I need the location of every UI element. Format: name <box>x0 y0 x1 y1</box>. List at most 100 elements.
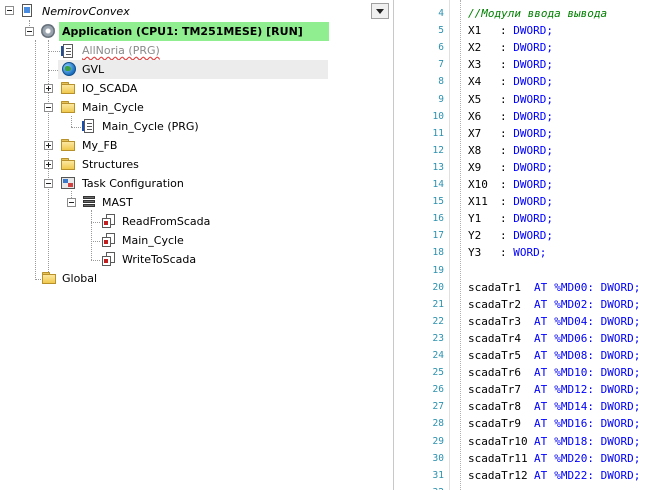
code-line[interactable]: X6: DWORD; <box>468 108 553 125</box>
tree-line <box>71 116 72 127</box>
folder-icon <box>60 80 76 96</box>
task-call-icon <box>100 232 116 248</box>
collapse-main-cycle-toggle[interactable] <box>44 103 53 112</box>
code-line[interactable]: X11: DWORD; <box>468 193 553 210</box>
variable-name: Y3 <box>468 246 482 260</box>
collapse-task-configuration-toggle[interactable] <box>44 179 53 188</box>
folder-icon <box>60 137 76 153</box>
code-line[interactable]: scadaTr12 AT %MD22: DWORD; <box>468 467 640 484</box>
code-line[interactable]: X10: DWORD; <box>468 176 553 193</box>
pou-icon <box>81 118 97 134</box>
line-number: 9 <box>438 93 444 105</box>
code-line[interactable]: scadaTr9 AT %MD16: DWORD; <box>468 415 640 432</box>
code-line[interactable]: X5: DWORD; <box>468 91 553 108</box>
variable-name: X8 <box>468 143 482 157</box>
code-line[interactable]: X8: DWORD; <box>468 142 553 159</box>
variable-name: X9 <box>468 160 482 174</box>
pou-icon <box>60 43 76 59</box>
data-type: DWORD; <box>513 178 553 191</box>
code-line[interactable]: scadaTr10 AT %MD18: DWORD; <box>468 433 640 450</box>
variable-name: X3 <box>468 58 482 72</box>
data-type: DWORD; <box>600 297 641 311</box>
code-line[interactable]: Y2: DWORD; <box>468 227 553 244</box>
line-number: 26 <box>432 384 444 396</box>
line-number: 32 <box>394 484 444 490</box>
expand-my-fb-toggle[interactable] <box>44 141 53 150</box>
code-line[interactable]: X1: DWORD; <box>468 22 553 39</box>
data-type: DWORD; <box>513 75 553 89</box>
code-line[interactable]: X3: DWORD; <box>468 56 553 73</box>
line-number: 11 <box>432 127 444 139</box>
line-number: 5 <box>438 25 444 37</box>
tree-line <box>35 40 36 280</box>
variable-name: Y2 <box>468 229 482 243</box>
data-type: DWORD; <box>600 400 641 414</box>
code-line[interactable]: scadaTr1 AT %MD00: DWORD; <box>468 279 640 296</box>
folder-icon <box>60 156 76 172</box>
expand-structures-toggle[interactable] <box>44 160 53 169</box>
task-stack-icon <box>81 194 97 210</box>
data-type: DWORD; <box>513 41 553 55</box>
at-keyword: AT <box>534 468 548 482</box>
tree-item-gvl[interactable]: GVL <box>58 60 328 79</box>
code-line[interactable]: X2: DWORD; <box>468 39 553 56</box>
line-number: 22 <box>432 315 444 327</box>
variable-name: X7 <box>468 126 482 140</box>
tree-root-label[interactable]: NemirovConvex <box>42 2 130 21</box>
variable-name: X5 <box>468 92 482 106</box>
tree-line <box>91 241 100 242</box>
variable-name: Y1 <box>468 212 482 226</box>
data-type: DWORD; <box>600 366 641 380</box>
code-line[interactable]: scadaTr8 AT %MD14: DWORD; <box>468 398 640 415</box>
code-line[interactable]: X4: DWORD; <box>468 73 553 90</box>
code-line[interactable]: //Модули ввода вывода <box>468 5 607 22</box>
tree-item-application[interactable]: Application (CPU1: TM251MESE) [RUN] <box>59 22 329 41</box>
line-number: 20 <box>432 281 444 293</box>
code-editor-panel[interactable]: 4 //Модули ввода вывода 5 X1: DWORD; 6 X2: DW… <box>394 0 669 490</box>
data-type: DWORD; <box>513 212 553 226</box>
expand-io-scada-toggle[interactable] <box>44 84 53 93</box>
code-line[interactable]: scadaTr5 AT %MD08: DWORD; <box>468 347 640 364</box>
variable-name: scadaTr5 <box>468 349 521 362</box>
variable-name: scadaTr3 <box>468 314 521 328</box>
code-line[interactable]: scadaTr6 AT %MD10: DWORD; <box>468 364 640 381</box>
collapse-root-toggle[interactable] <box>5 6 14 15</box>
line-number: 12 <box>432 144 444 156</box>
code-line[interactable]: scadaTr7 AT %MD12: DWORD; <box>468 381 640 398</box>
data-type: DWORD; <box>513 126 553 140</box>
project-tree-panel: NemirovConvex Application (CPU1: TM251ME… <box>0 0 394 490</box>
collapse-application-toggle[interactable] <box>25 27 34 36</box>
variable-name: scadaTr2 <box>468 297 521 311</box>
data-type: WORD; <box>513 246 547 260</box>
code-line[interactable]: X9: DWORD; <box>468 159 553 176</box>
address: %MD10: <box>554 366 594 380</box>
address: %MD06: <box>554 331 594 345</box>
at-keyword: AT <box>534 331 548 345</box>
address: %MD16: <box>554 417 594 431</box>
code-line[interactable]: scadaTr11 AT %MD20: DWORD; <box>468 450 640 467</box>
line-number: 23 <box>432 332 444 344</box>
data-type: DWORD; <box>513 24 553 38</box>
address: %MD02: <box>554 297 594 311</box>
code-line[interactable]: scadaTr4 AT %MD06: DWORD; <box>468 330 640 347</box>
data-type: DWORD; <box>600 468 641 482</box>
tree-line <box>71 127 81 128</box>
code-line[interactable]: Y3: WORD; <box>468 244 546 261</box>
tree-line <box>48 51 60 52</box>
tree-dropdown-button[interactable] <box>371 3 389 19</box>
line-number: 24 <box>432 350 444 361</box>
collapse-mast-toggle[interactable] <box>67 198 76 207</box>
code-line[interactable]: Y1: DWORD; <box>468 210 553 227</box>
line-number: 28 <box>432 418 444 430</box>
globe-icon <box>61 61 77 77</box>
at-keyword: AT <box>534 417 548 431</box>
code-line[interactable]: scadaTr2 AT %MD02: DWORD; <box>468 296 640 313</box>
at-keyword: AT <box>534 451 548 465</box>
data-type: DWORD; <box>513 58 553 72</box>
variable-name: X10 <box>468 178 488 191</box>
variable-name: scadaTr4 <box>468 331 521 345</box>
line-number: 29 <box>432 435 444 447</box>
code-line[interactable]: X7: DWORD; <box>468 125 553 142</box>
line-number: 13 <box>432 161 444 173</box>
code-line[interactable]: scadaTr3 AT %MD04: DWORD; <box>468 313 640 330</box>
